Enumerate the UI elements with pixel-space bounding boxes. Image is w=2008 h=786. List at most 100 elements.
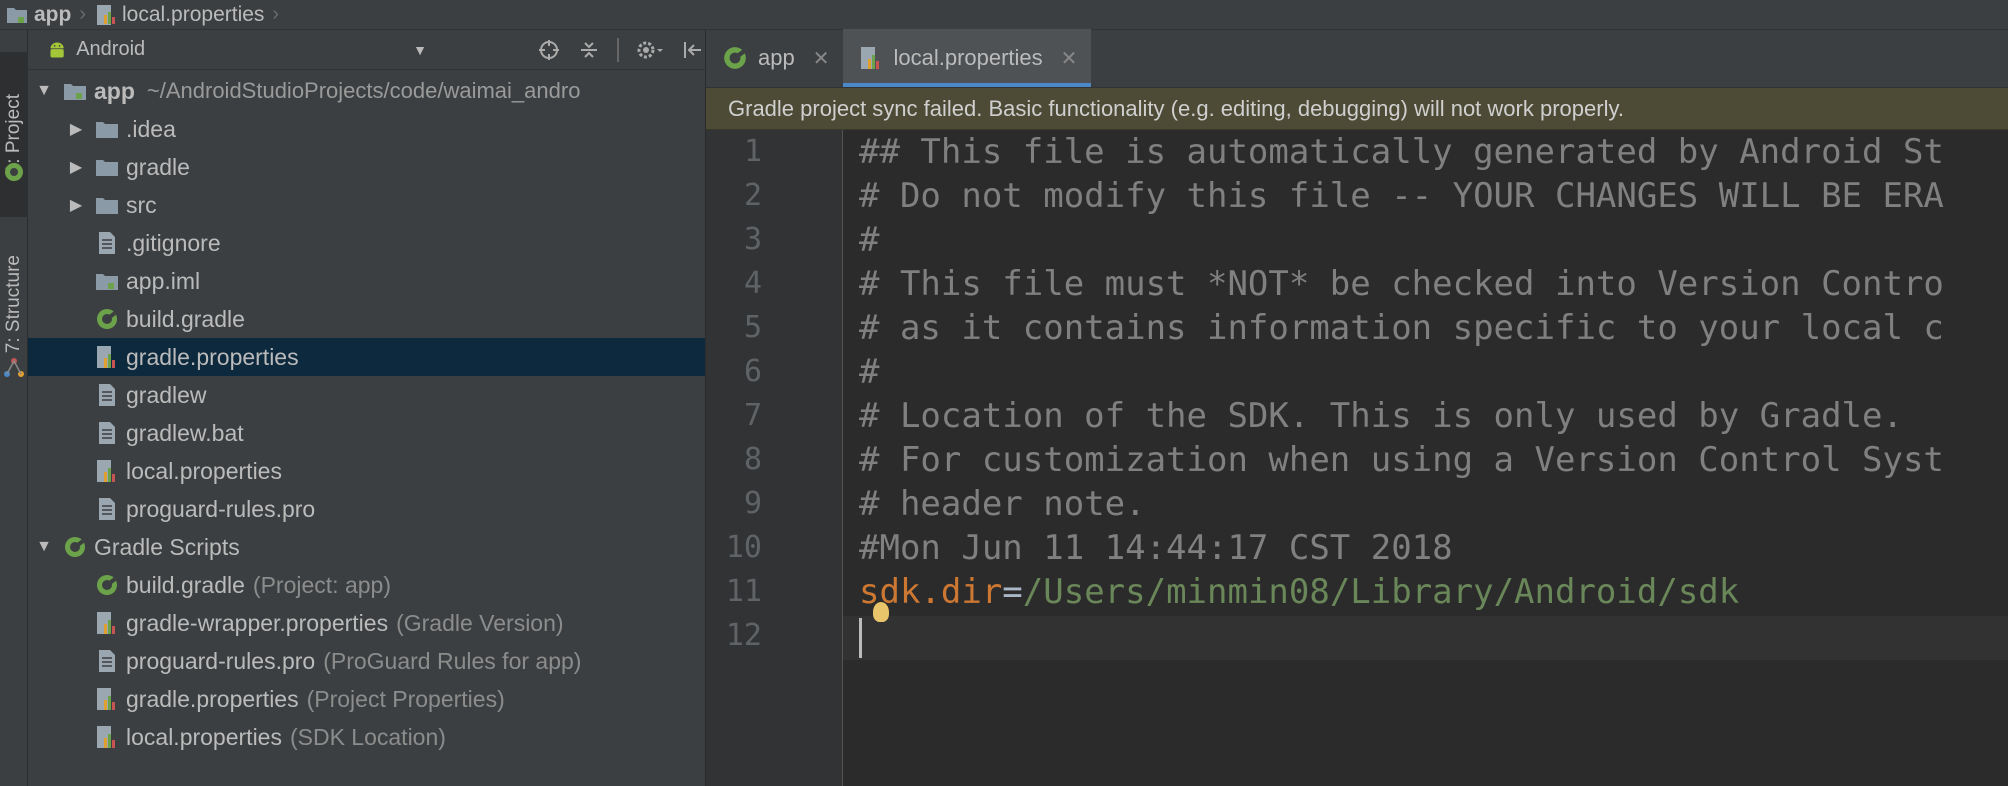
tree-item-label: Gradle Scripts	[94, 533, 240, 560]
collapse-arrow-icon[interactable]: ▶	[68, 119, 84, 139]
gradle-icon	[94, 573, 120, 597]
project-view-selector[interactable]: Android	[76, 38, 145, 61]
line-number: 12	[725, 618, 762, 653]
text-file-icon	[94, 383, 120, 407]
tree-item-label: local.properties	[126, 457, 282, 484]
tree-item-label: build.gradle	[126, 571, 245, 598]
line-number: 6	[743, 354, 762, 389]
line-number: 11	[725, 574, 762, 609]
breadcrumb-app-label: app	[34, 2, 72, 26]
android-icon	[5, 163, 23, 181]
tree-item-label: proguard-rules.pro	[126, 495, 316, 522]
iml-file-icon	[94, 269, 120, 293]
collapse-all-icon[interactable]	[577, 38, 601, 62]
close-icon[interactable]: ✕	[813, 46, 830, 71]
tree-item-build-gradle[interactable]: build.gradle	[28, 300, 705, 338]
dropdown-arrow-icon[interactable]: ▼	[413, 42, 427, 58]
gear-icon[interactable]	[635, 38, 665, 62]
tree-item-path: ~/AndroidStudioProjects/code/waimai_andr…	[146, 78, 581, 103]
tree-item-proguard-rules[interactable]: proguard-rules.pro	[28, 490, 705, 528]
tree-item-gradlew-bat[interactable]: gradlew.bat	[28, 414, 705, 452]
tree-item-label: app	[94, 77, 135, 104]
tree-item-gradle-folder[interactable]: ▶ gradle	[28, 148, 705, 186]
collapse-arrow-icon[interactable]: ▶	[68, 195, 84, 215]
code-line: # For customization when using a Version…	[859, 440, 1944, 480]
tree-item-gitignore[interactable]: .gitignore	[28, 224, 705, 262]
current-line-highlight	[843, 616, 2008, 660]
breadcrumb-local-properties[interactable]: local.properties	[96, 3, 264, 27]
code-line: # This file must *NOT* be checked into V…	[859, 264, 1944, 304]
tree-item-idea[interactable]: ▶ .idea	[28, 110, 705, 148]
expand-arrow-icon[interactable]: ▼	[36, 82, 52, 100]
tree-item-gradlew[interactable]: gradlew	[28, 376, 705, 414]
tree-item-gradle-wrapper-properties[interactable]: gradle-wrapper.properties (Gradle Versio…	[28, 604, 705, 642]
navigation-bar: app › local.properties ›	[0, 0, 2008, 30]
android-icon	[50, 42, 64, 57]
collapse-arrow-icon[interactable]: ▶	[68, 157, 84, 177]
editor-tab-label: local.properties	[893, 45, 1043, 70]
tree-item-label: .idea	[126, 115, 176, 142]
editor-tab-app[interactable]: app ✕	[706, 29, 843, 87]
tree-item-gradle-scripts[interactable]: ▼ Gradle Scripts	[28, 528, 705, 566]
tree-item-app-iml[interactable]: app.iml	[28, 262, 705, 300]
tree-item-script-build-gradle[interactable]: build.gradle (Project: app)	[28, 566, 705, 604]
project-tool-tab[interactable]: 1: Project	[0, 52, 28, 217]
tree-item-label: gradle	[126, 153, 190, 180]
line-number: 3	[743, 222, 762, 257]
code-line: #	[859, 352, 880, 392]
folder-icon	[94, 117, 120, 141]
project-tree: ▼ app ~/AndroidStudioProjects/code/waima…	[28, 70, 705, 756]
tree-item-label: local.properties	[126, 723, 282, 750]
line-number-gutter: 1 2 3 4 5 6 7 8 9 10 11 12	[706, 130, 843, 786]
structure-tool-tab-label: 7: Structure	[3, 255, 24, 354]
tree-item-label: gradlew	[126, 381, 207, 408]
line-number: 4	[743, 266, 762, 301]
module-folder-icon	[7, 7, 27, 23]
close-icon[interactable]: ✕	[1061, 46, 1078, 71]
structure-icon	[4, 358, 24, 377]
tree-item-label: app.iml	[126, 267, 201, 294]
hide-panel-icon[interactable]	[681, 38, 705, 62]
breadcrumb-app[interactable]: app	[6, 3, 71, 27]
breadcrumb-separator-icon: ›	[272, 3, 280, 25]
breadcrumb-file-label: local.properties	[122, 2, 265, 26]
tree-item-hint: (ProGuard Rules for app)	[323, 647, 582, 674]
tree-item-label: gradle.properties	[126, 343, 299, 370]
banner-message: Gradle project sync failed. Basic functi…	[728, 95, 1624, 121]
tree-item-script-gradle-properties[interactable]: gradle.properties (Project Properties)	[28, 680, 705, 718]
locate-target-icon[interactable]	[537, 38, 561, 62]
gradle-icon	[62, 535, 88, 559]
properties-file-icon	[861, 47, 880, 69]
tree-item-local-properties[interactable]: local.properties	[28, 452, 705, 490]
tree-item-label: proguard-rules.pro	[126, 647, 316, 674]
tree-item-app[interactable]: ▼ app ~/AndroidStudioProjects/code/waima…	[28, 72, 705, 110]
properties-file-icon	[94, 725, 120, 749]
tree-item-label: gradle-wrapper.properties	[126, 609, 389, 636]
properties-file-icon	[94, 459, 120, 483]
expand-arrow-icon[interactable]: ▼	[36, 538, 52, 556]
code-line: # header note.	[859, 484, 1146, 524]
tree-item-script-proguard-rules[interactable]: proguard-rules.pro (ProGuard Rules for a…	[28, 642, 705, 680]
property-equals: =	[1002, 572, 1023, 612]
tree-item-label: gradle.properties	[126, 685, 299, 712]
breadcrumb-separator-icon: ›	[79, 3, 87, 25]
folder-icon	[94, 193, 120, 217]
tree-item-label: src	[126, 191, 157, 218]
line-number: 10	[725, 530, 762, 565]
text-file-icon	[94, 421, 120, 445]
tree-item-hint: (Project: app)	[252, 571, 391, 598]
code-editor[interactable]: 1 2 3 4 5 6 7 8 9 10 11 12 ## This file …	[706, 130, 2008, 786]
line-number: 8	[743, 442, 762, 477]
tree-item-src[interactable]: ▶ src	[28, 186, 705, 224]
tree-item-gradle-properties[interactable]: gradle.properties	[28, 338, 705, 376]
properties-file-icon	[94, 687, 120, 711]
lightbulb-icon[interactable]	[873, 602, 889, 622]
properties-file-icon	[94, 345, 120, 369]
line-number: 2	[743, 178, 762, 213]
tree-item-script-local-properties[interactable]: local.properties (SDK Location)	[28, 718, 705, 756]
text-file-icon	[94, 497, 120, 521]
line-number: 1	[743, 134, 762, 169]
editor-tab-bar: app ✕ local.properties ✕	[706, 29, 2008, 88]
property-value: /Users/minmin08/Library/Android/sdk	[1022, 572, 1740, 612]
editor-tab-local-properties[interactable]: local.properties ✕	[843, 29, 1092, 87]
